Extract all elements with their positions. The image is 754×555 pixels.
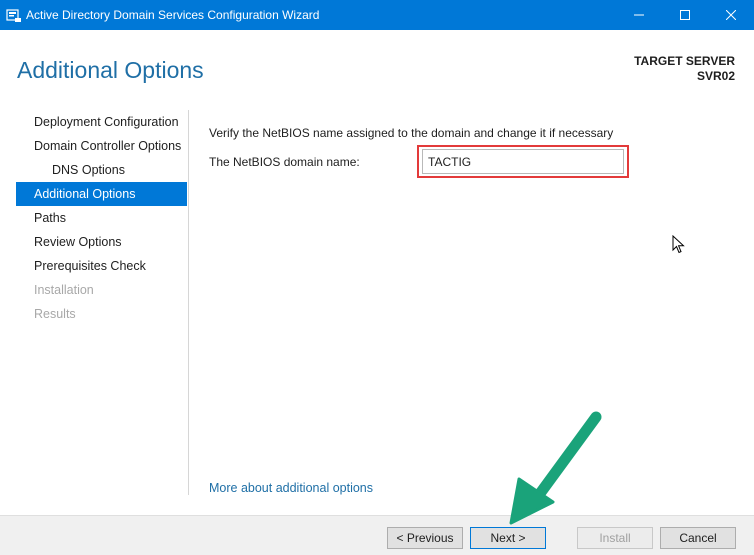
target-server-block: TARGET SERVER SVR02 (634, 54, 735, 84)
nav-item-additional-options[interactable]: Additional Options (16, 182, 187, 206)
nav-item-prerequisites-check[interactable]: Prerequisites Check (16, 254, 187, 278)
wizard-steps-nav: Deployment Configuration Domain Controll… (16, 110, 187, 326)
title-bar: Active Directory Domain Services Configu… (0, 0, 754, 30)
install-button: Install (577, 527, 653, 549)
annotation-arrow-icon (509, 411, 602, 525)
nav-item-results: Results (34, 307, 76, 321)
netbios-instruction: Verify the NetBIOS name assigned to the … (209, 126, 614, 140)
window-title: Active Directory Domain Services Configu… (26, 8, 320, 22)
nav-item-deployment-configuration[interactable]: Deployment Configuration (16, 110, 187, 134)
close-icon (726, 10, 736, 20)
nav-divider (188, 110, 189, 495)
close-button[interactable] (708, 0, 754, 30)
page-title: Additional Options (17, 57, 204, 83)
nav-item-paths[interactable]: Paths (16, 206, 187, 230)
minimize-button[interactable] (616, 0, 662, 30)
maximize-icon (680, 10, 690, 20)
cancel-button[interactable]: Cancel (660, 527, 736, 549)
more-about-additional-options-link[interactable]: More about additional options (209, 481, 373, 495)
nav-item-domain-controller-options[interactable]: Domain Controller Options (16, 134, 187, 158)
maximize-button[interactable] (662, 0, 708, 30)
previous-button[interactable]: < Previous (387, 527, 463, 549)
target-server-name: SVR02 (696, 69, 735, 83)
netbios-name-input[interactable] (422, 149, 624, 174)
minimize-icon (634, 14, 644, 16)
target-server-label: TARGET SERVER (634, 54, 735, 68)
netbios-field-label: The NetBIOS domain name: (209, 155, 360, 169)
ad-wizard-icon (6, 7, 22, 23)
nav-item-review-options[interactable]: Review Options (16, 230, 187, 254)
next-button[interactable]: Next > (470, 527, 546, 549)
nav-item-dns-options[interactable]: DNS Options (16, 158, 187, 182)
mouse-cursor-icon (672, 235, 685, 254)
nav-item-installation: Installation (34, 283, 94, 297)
